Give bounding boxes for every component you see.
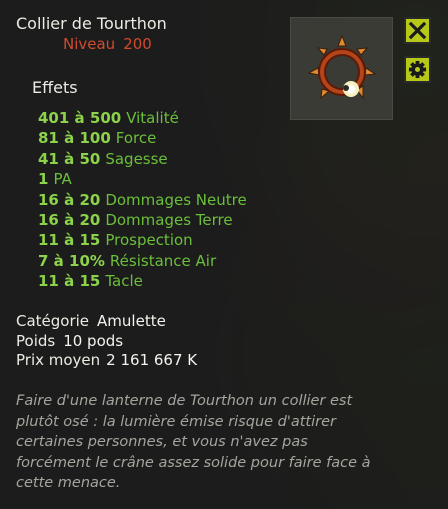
close-icon [408, 21, 427, 40]
effect-stat: Sagesse [105, 149, 168, 168]
effect-row: 401 à 500 Vitalité [38, 108, 247, 128]
effect-range: 11 à 15 [38, 231, 101, 250]
category-value: Amulette [97, 312, 166, 330]
amulet-image [307, 34, 377, 100]
effect-stat: Résistance Air [109, 251, 217, 270]
item-tooltip-panel: Collier de Tourthon Niveau 200 Effets 40… [0, 0, 448, 509]
weight-row: Poids 10 pods [16, 332, 123, 350]
effect-range: 7 à 10% [38, 251, 105, 270]
effect-row: 16 à 20 Dommages Neutre [38, 190, 247, 210]
effect-row: 16 à 20 Dommages Terre [38, 210, 247, 230]
settings-button[interactable] [404, 56, 431, 83]
effect-range: 81 à 100 [38, 129, 111, 148]
effect-row: 1 PA [38, 169, 247, 189]
weight-value: 10 pods [63, 332, 124, 350]
price-value: 2 161 667 K [106, 351, 198, 369]
effect-range: 401 à 500 [38, 109, 122, 127]
effect-row: 81 à 100 Force [38, 128, 247, 148]
effect-row: 11 à 15 Tacle [38, 271, 247, 291]
close-button[interactable] [404, 17, 431, 44]
effect-stat: Dommages Neutre [105, 190, 247, 209]
effect-stat: Vitalité [126, 109, 179, 127]
level-label: Niveau [63, 35, 116, 53]
effect-range: 16 à 20 [38, 210, 101, 229]
item-description: Faire d'une lanterne de Tourthon un coll… [16, 393, 371, 491]
effects-list: 401 à 500 Vitalité 81 à 100 Force 41 à 50 S… [38, 108, 247, 292]
effect-row: 41 à 50 Sagesse [38, 149, 247, 169]
item-name: Collier de Tourthon [16, 14, 167, 33]
effect-row: 11 à 15 Prospection [38, 230, 247, 250]
effect-stat: Tacle [105, 272, 143, 291]
effect-stat: PA [53, 170, 72, 189]
effect-range: 1 [38, 170, 49, 189]
effect-stat: Dommages Terre [105, 210, 233, 229]
effect-row: 7 à 10% Résistance Air [38, 251, 247, 271]
category-row: Catégorie Amulette [16, 312, 166, 330]
effect-stat: Prospection [105, 231, 193, 250]
gear-icon [408, 60, 427, 79]
item-image-frame [290, 17, 393, 120]
price-label: Prix moyen [16, 351, 101, 369]
effect-range: 11 à 15 [38, 272, 101, 291]
weight-label: Poids [16, 332, 56, 350]
level-value: 200 [123, 35, 152, 53]
effects-heading: Effets [32, 78, 78, 97]
effect-range: 16 à 20 [38, 190, 101, 209]
effect-stat: Force [115, 129, 157, 148]
effect-range: 41 à 50 [38, 149, 101, 168]
price-row: Prix moyen 2 161 667 K [16, 351, 197, 369]
category-label: Catégorie [16, 312, 90, 330]
item-level: Niveau 200 [63, 35, 152, 53]
